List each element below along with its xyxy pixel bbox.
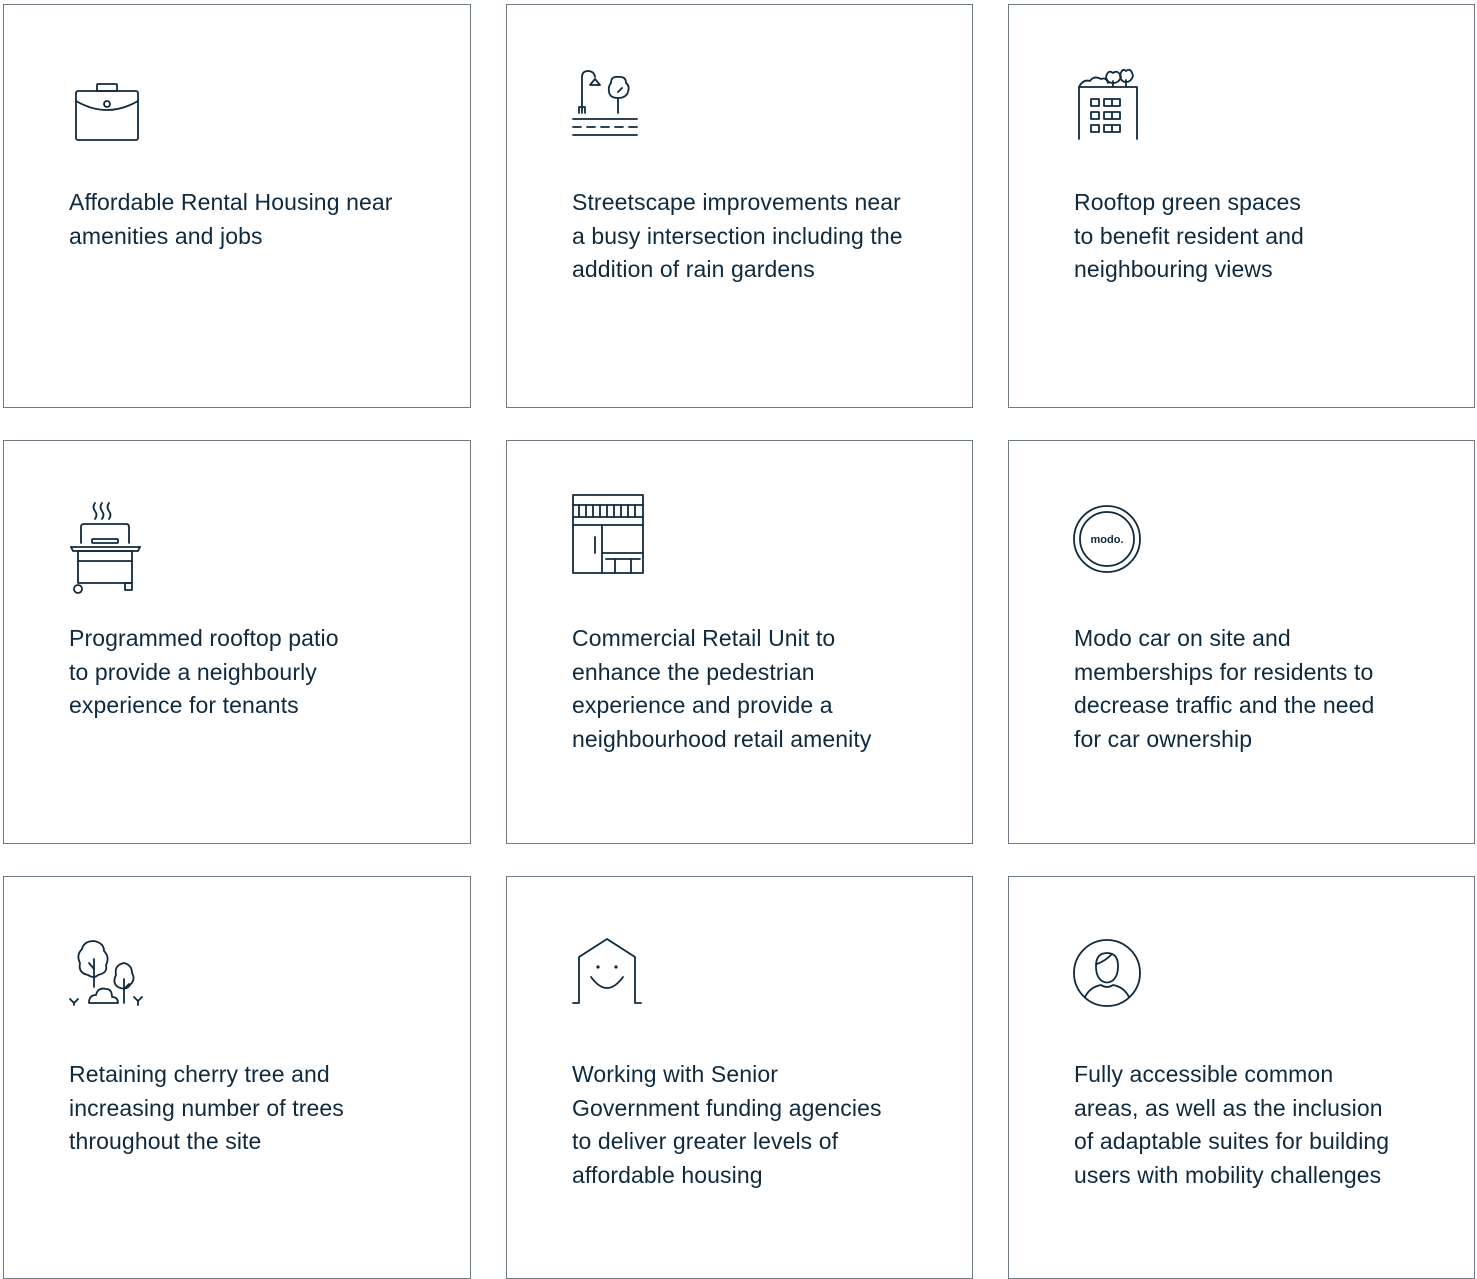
modo-logo-icon: modo. <box>1073 503 1153 583</box>
feature-text: Commercial Retail Unit to enhance the pe… <box>572 625 872 752</box>
feature-text: Modo car on site and memberships for res… <box>1074 625 1375 752</box>
feature-card-accessible: Fully accessible common areas, as well a… <box>1008 876 1475 1279</box>
rooftop-garden-building-icon <box>1073 67 1153 147</box>
trees-icon <box>68 939 148 1019</box>
streetscape-icon <box>571 67 651 147</box>
feature-text: Fully accessible common areas, as well a… <box>1074 1061 1390 1188</box>
bbq-grill-icon <box>68 502 148 594</box>
storefront-icon <box>571 494 651 583</box>
feature-card-rooftop-patio: Programmed rooftop patio to provide a ne… <box>3 440 471 844</box>
feature-text: Streetscape improvements near a busy int… <box>572 189 903 282</box>
feature-card-senior-government: Working with Senior Government funding a… <box>506 876 973 1279</box>
feature-card-streetscape: Streetscape improvements near a busy int… <box>506 4 973 408</box>
feature-text: Rooftop green spaces to benefit resident… <box>1074 189 1304 282</box>
smiling-house-icon <box>571 938 651 1019</box>
briefcase-icon <box>68 67 148 147</box>
modo-logo-text: modo. <box>1091 534 1124 546</box>
feature-text: Affordable Rental Housing near amenities… <box>69 189 393 249</box>
feature-card-cherry-tree: Retaining cherry tree and increasing num… <box>3 876 471 1279</box>
feature-card-modo-car: modo. Modo car on site and memberships f… <box>1008 440 1475 844</box>
feature-card-commercial-retail: Commercial Retail Unit to enhance the pe… <box>506 440 973 844</box>
feature-text: Programmed rooftop patio to provide a ne… <box>69 625 339 718</box>
person-icon <box>1073 939 1153 1019</box>
feature-text: Retaining cherry tree and increasing num… <box>69 1061 344 1154</box>
feature-card-rooftop-green: Rooftop green spaces to benefit resident… <box>1008 4 1475 408</box>
feature-text: Working with Senior Government funding a… <box>572 1061 882 1188</box>
feature-card-affordable-housing: Affordable Rental Housing near amenities… <box>3 4 471 408</box>
